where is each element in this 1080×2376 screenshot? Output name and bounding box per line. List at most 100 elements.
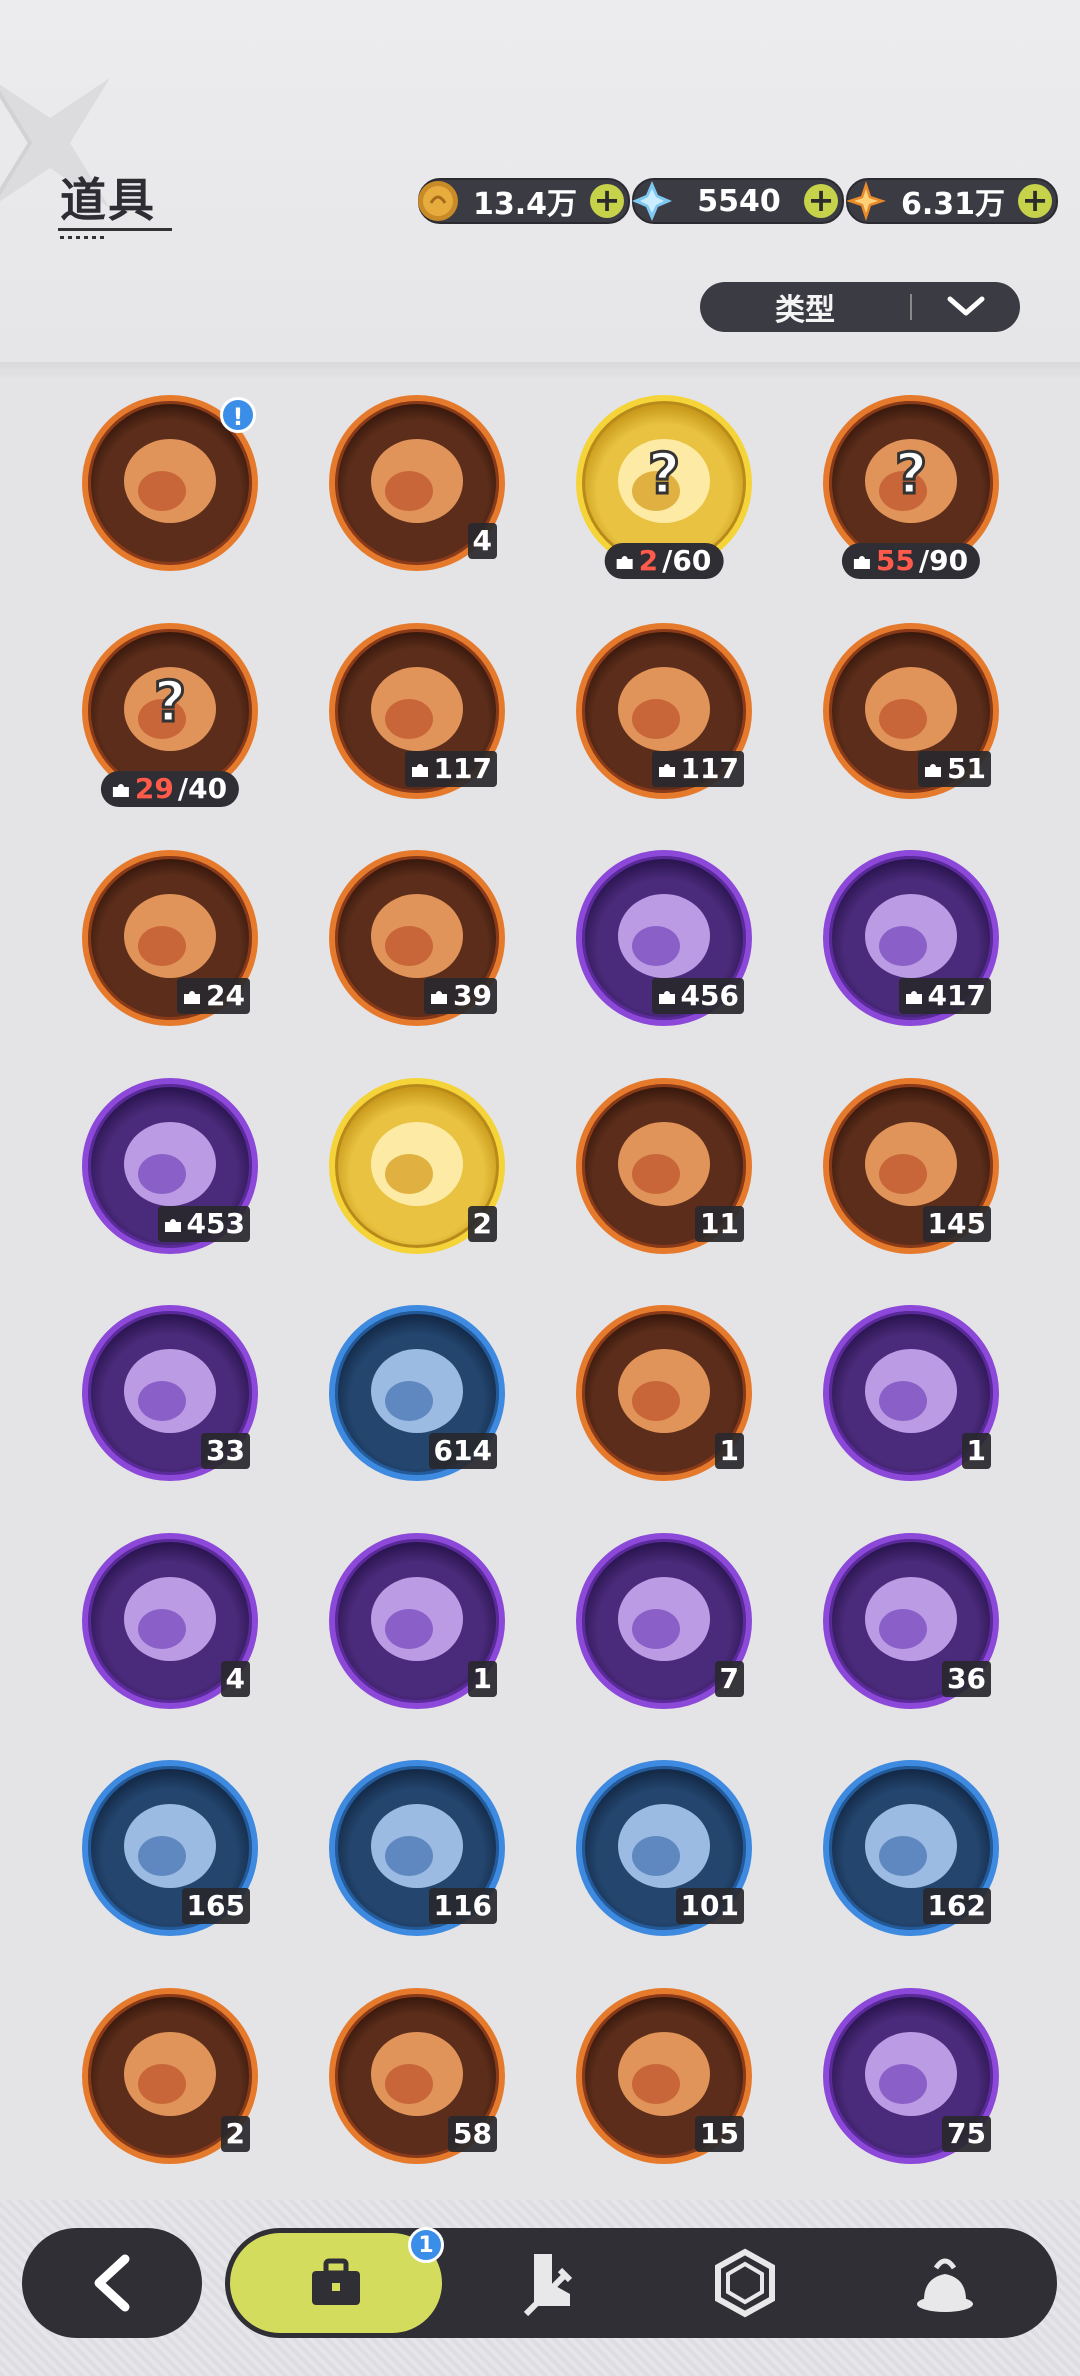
item-purple-cat-pet-fragment[interactable]: 39: [329, 850, 505, 1026]
item-count-value: 417: [927, 979, 986, 1012]
item-count: 453: [157, 1206, 250, 1242]
item-purple-crystal[interactable]: 4: [329, 395, 505, 571]
item-count: 39: [424, 978, 497, 1014]
currency-star-shard: 6.31万 +: [846, 178, 1058, 224]
fragment-icon: [658, 991, 675, 1004]
item-count: 1: [961, 1433, 991, 1469]
type-filter-dropdown[interactable]: 类型: [700, 282, 1020, 332]
back-arrow-icon: [94, 2254, 130, 2312]
item-mystery-pet-fragment-white[interactable]: ? 29/40: [82, 623, 258, 807]
fragment-have: 55: [875, 544, 915, 577]
currency-crystal: 5540 +: [632, 178, 844, 224]
item-boxing-glove[interactable]: 116: [329, 1760, 505, 1936]
item-count: 33: [201, 1433, 250, 1469]
item-treasure-chest[interactable]: !: [82, 395, 258, 571]
item-count-value: 24: [206, 979, 245, 1012]
gold-coin-icon: [416, 179, 460, 223]
item-count-value: 11: [700, 1207, 739, 1240]
item-count-value: 1: [472, 1662, 492, 1695]
item-pickaxe[interactable]: 101: [576, 1760, 752, 1936]
add-crystal-button[interactable]: +: [804, 184, 838, 218]
item-shovel[interactable]: 165: [82, 1760, 258, 1936]
item-mystery-pet-fragment-orange[interactable]: ? 55/90: [823, 395, 999, 579]
item-golden-key[interactable]: 2: [82, 1988, 258, 2164]
item-hammer[interactable]: 162: [823, 1760, 999, 1936]
item-blue-character-card[interactable]: 614: [329, 1305, 505, 1481]
fragment-icon: [905, 991, 922, 1004]
item-count-value: 33: [206, 1434, 245, 1467]
fragment-icon: [431, 991, 448, 1004]
crystal-value: 5540: [697, 183, 781, 219]
fragment-icon: [853, 556, 870, 569]
item-orange-character-card[interactable]: 145: [823, 1078, 999, 1254]
fragment-need: /60: [662, 544, 712, 577]
item-count: 24: [177, 978, 250, 1014]
item-brown-bear-pet-fragment[interactable]: 117: [329, 623, 505, 799]
item-scroll[interactable]: 7: [576, 1533, 752, 1709]
item-fist-coin[interactable]: 75: [823, 1988, 999, 2164]
item-count: 456: [651, 978, 744, 1014]
title-dots: [60, 236, 108, 239]
bottom-nav: 1: [225, 2227, 1057, 2338]
item-white-bunny-pet-fragment[interactable]: 51: [823, 623, 999, 799]
tab-food[interactable]: [845, 2228, 1045, 2338]
item-golden-crown-orb[interactable]: 4: [82, 1533, 258, 1709]
item-count: 145: [922, 1206, 991, 1242]
item-count-value: 453: [186, 1207, 245, 1240]
item-gold-character-card[interactable]: 2: [329, 1078, 505, 1254]
item-knight-pet-fragment[interactable]: 117: [576, 623, 752, 799]
item-count-value: 75: [947, 2117, 986, 2150]
item-dark-bear-pet-fragment[interactable]: 24: [82, 850, 258, 1026]
item-magic-mirror[interactable]: 1: [329, 1533, 505, 1709]
item-yellow-blob-pet-fragment[interactable]: 453: [82, 1078, 258, 1254]
item-refresh-card[interactable]: 1: [576, 1305, 752, 1481]
fragment-need: /40: [177, 772, 228, 805]
add-star-shard-button[interactable]: +: [1018, 184, 1052, 218]
fragment-need: /90: [918, 544, 969, 577]
fragment-icon: [184, 991, 201, 1004]
item-green-eye-pet-fragment[interactable]: 456: [576, 850, 752, 1026]
fragment-icon: [112, 784, 129, 797]
back-button[interactable]: [22, 2228, 202, 2338]
item-ruby-gem[interactable]: 58: [329, 1988, 505, 2164]
item-count-value: 15: [700, 2117, 739, 2150]
item-count-value: 165: [186, 1889, 245, 1922]
add-gold-button[interactable]: +: [590, 184, 624, 218]
type-filter-label: 类型: [775, 293, 835, 328]
star-shard-value: 6.31万: [900, 187, 1006, 222]
page-title: 道具: [60, 173, 156, 227]
item-count: 4: [467, 523, 497, 559]
item-red-eye-bear-pet-fragment[interactable]: 417: [823, 850, 999, 1026]
item-gift-box[interactable]: 1: [823, 1305, 999, 1481]
fragment-icon: [925, 764, 942, 777]
item-count-value: 39: [453, 979, 492, 1012]
tab-gems[interactable]: [645, 2228, 845, 2338]
item-pink-apple[interactable]: 36: [823, 1533, 999, 1709]
item-count: 165: [181, 1888, 250, 1924]
title-underline: [58, 228, 172, 231]
briefcase-icon: [312, 2258, 360, 2305]
tab-items[interactable]: 1: [230, 2227, 444, 2333]
item-count-value: 117: [433, 752, 492, 785]
item-count: 36: [942, 1661, 991, 1697]
item-count: 15: [695, 2116, 744, 2152]
item-count-value: 2: [472, 1207, 492, 1240]
tab-equipment[interactable]: [451, 2228, 651, 2338]
item-mystery-pet-fragment-gold[interactable]: ? 2/60: [576, 395, 752, 579]
item-count-value: 2: [225, 2117, 245, 2150]
item-count-value: 4: [472, 524, 492, 557]
alert-badge: !: [220, 397, 256, 433]
fragment-have: 29: [134, 772, 174, 805]
pudding-icon: [917, 2258, 973, 2312]
item-rainbow-ticket[interactable]: 15: [576, 1988, 752, 2164]
item-rainbow-character-card[interactable]: 11: [576, 1078, 752, 1254]
item-count-value: 145: [927, 1207, 986, 1240]
item-purple-character-card[interactable]: 33: [82, 1305, 258, 1481]
item-count: 417: [898, 978, 991, 1014]
item-count-value: 614: [433, 1434, 492, 1467]
fragment-icon: [616, 556, 633, 569]
item-count: 58: [448, 2116, 497, 2152]
item-count-value: 1: [719, 1434, 739, 1467]
item-count-value: 101: [680, 1889, 739, 1922]
item-count: 7: [714, 1661, 744, 1697]
